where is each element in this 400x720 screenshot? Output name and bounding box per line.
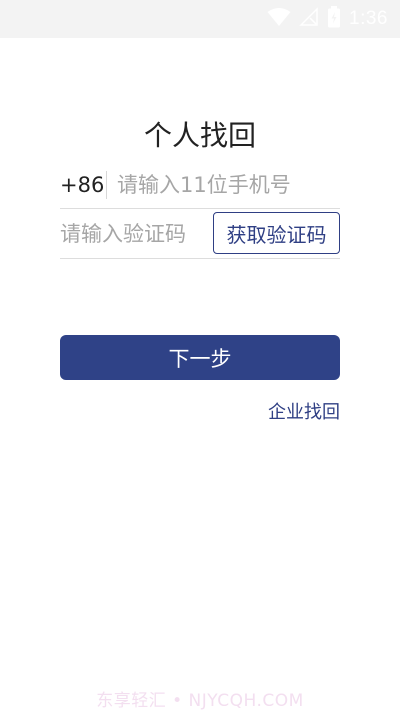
status-time: 1:36	[349, 8, 388, 29]
page-title: 个人找回	[143, 119, 256, 152]
divider	[106, 171, 107, 199]
code-row: 获取验证码	[60, 210, 340, 259]
get-code-button[interactable]: 获取验证码	[213, 212, 340, 254]
verification-code-input[interactable]	[60, 222, 210, 246]
status-bar: 1:36	[0, 0, 400, 38]
phone-input[interactable]	[117, 173, 339, 197]
wifi-icon	[267, 7, 291, 31]
next-button[interactable]: 下一步	[60, 335, 340, 380]
phone-row: +86	[60, 162, 340, 209]
battery-icon	[327, 6, 341, 32]
status-icons: 1:36	[267, 6, 388, 32]
enterprise-recovery-link[interactable]: 企业找回	[268, 398, 340, 424]
signal-off-icon	[299, 7, 319, 31]
country-code[interactable]: +86	[60, 173, 106, 197]
watermark: 东享轻汇 • NJYCQH.COM	[96, 691, 304, 711]
